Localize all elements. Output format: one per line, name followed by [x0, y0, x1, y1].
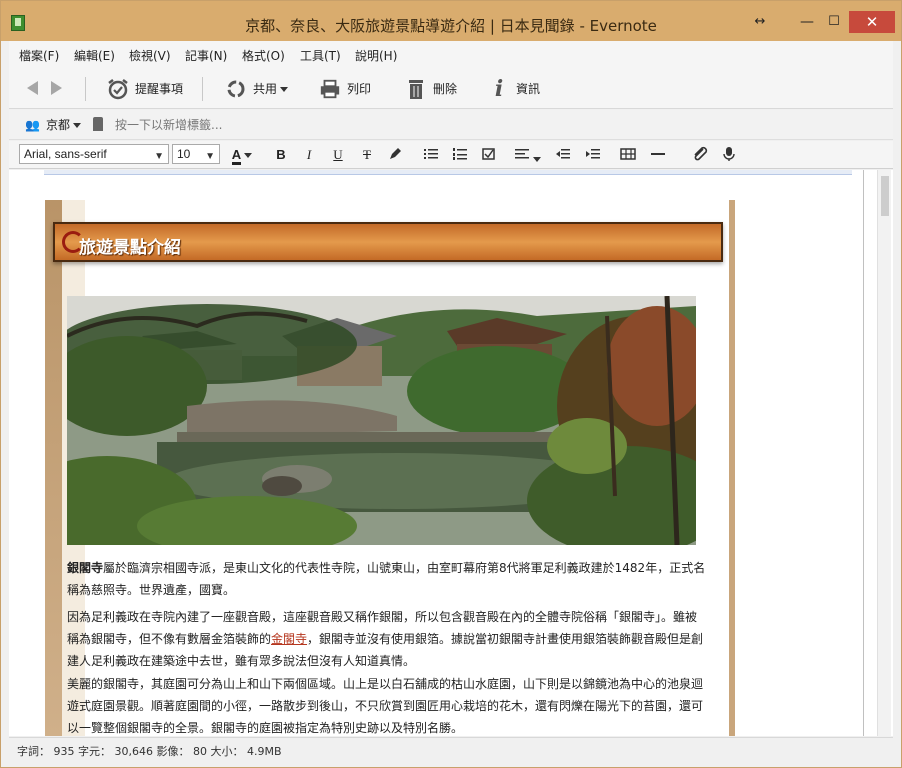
status-bar: 字詞： 935 字元： 30,646 影像： 80 大小： 4.9MB: [9, 737, 893, 761]
paragraph-garden: 美麗的銀閣寺，其庭園可分為山上和山下兩個區域。山上是以白石舖成的枯山水庭園，山下…: [67, 677, 704, 735]
info-icon: i: [494, 76, 504, 102]
menu-note[interactable]: 記事(N): [185, 47, 227, 64]
underline-button[interactable]: U: [329, 146, 347, 164]
chevron-down-icon: [244, 153, 253, 159]
add-tag-input[interactable]: 按一下以新增標籤...: [115, 116, 222, 133]
note-card: 旅遊景點介紹 銀閣寺屬於臨濟宗相國寺派，是東山文化的代表性寺院，山號東山，由室町…: [45, 200, 735, 736]
keyword-ginkakuji: 銀閣寺: [67, 561, 104, 575]
evernote-window: 京都、奈良、大阪旅遊景點導遊介紹 | 日本見聞錄 - Evernote ↔ — …: [0, 0, 902, 768]
menu-format[interactable]: 格式(O): [242, 47, 285, 64]
garden-image: [67, 296, 696, 545]
outdent-icon[interactable]: [554, 146, 572, 164]
print-button[interactable]: 列印: [319, 77, 381, 103]
bold-button[interactable]: B: [272, 146, 290, 164]
chevron-down-icon: [280, 87, 289, 92]
delete-button[interactable]: 刪除: [405, 77, 467, 103]
menu-edit[interactable]: 編輯(E): [74, 47, 115, 64]
printer-icon: [320, 79, 340, 99]
info-label: 資訊: [516, 82, 541, 96]
alarm-clock-icon: [108, 79, 128, 100]
temple-garden-photo: [67, 296, 696, 545]
reminder-button[interactable]: 提醒事項: [107, 77, 187, 103]
align-button[interactable]: [513, 146, 541, 164]
toolbar-separator: [202, 77, 203, 101]
link-strip: [44, 170, 852, 175]
maximize-button[interactable]: ☐: [817, 11, 851, 33]
info-button[interactable]: i 資訊: [488, 77, 550, 103]
menu-tools[interactable]: 工具(T): [300, 47, 341, 64]
resize-icon[interactable]: ↔: [743, 11, 777, 33]
font-size-select[interactable]: 10 ▼: [172, 144, 220, 164]
close-button[interactable]: ✕: [849, 11, 895, 33]
toolbar-separator: [85, 77, 86, 101]
reminder-label: 提醒事項: [135, 82, 184, 96]
editor-scrollbar[interactable]: [877, 170, 891, 736]
note-editor[interactable]: 旅遊景點介紹 銀閣寺屬於臨濟宗相國寺派，是東山文化的代表性寺院，山號東山，由室町…: [9, 170, 893, 736]
microphone-icon[interactable]: [720, 146, 738, 164]
menu-help[interactable]: 說明(H): [355, 47, 397, 64]
tag-icon: [93, 117, 103, 131]
paragraph-history: 因為足利義政在寺院內建了一座觀音殿，這座觀音殿又稱作銀閣，所以包含觀音殿在內的全…: [67, 606, 707, 672]
numbered-list-icon[interactable]: [451, 146, 469, 164]
italic-button[interactable]: I: [300, 146, 318, 164]
chevron-down-icon: [73, 123, 82, 128]
share-icon: [227, 80, 245, 98]
share-label: 共用: [253, 80, 289, 97]
indent-icon[interactable]: [584, 146, 602, 164]
section-banner: 旅遊景點介紹: [53, 222, 723, 262]
checkbox-icon[interactable]: [480, 146, 498, 164]
trash-icon: [409, 80, 423, 99]
share-button[interactable]: 共用: [225, 77, 297, 103]
intro-text: 屬於臨濟宗相國寺派，是東山文化的代表性寺院，山號東山，由室町幕府第8代將軍足利義…: [67, 561, 706, 597]
chevron-down-icon: [532, 156, 541, 162]
bullet-list-icon[interactable]: [422, 146, 440, 164]
font-family-select[interactable]: Arial, sans-serif ▼: [19, 144, 169, 164]
section-title: 旅遊景點介紹: [79, 238, 181, 258]
chevron-down-icon: ▼: [154, 151, 164, 162]
menu-file[interactable]: 檔案(F): [19, 47, 59, 64]
status-stats: 字詞： 935 字元： 30,646 影像： 80 大小： 4.9MB: [17, 745, 282, 758]
menu-view[interactable]: 檢視(V): [129, 47, 171, 64]
users-icon: 👥: [25, 118, 40, 132]
editor-divider: [863, 170, 864, 736]
font-color-button[interactable]: A: [229, 146, 255, 165]
paragraph-intro: 銀閣寺屬於臨濟宗相國寺派，是東山文化的代表性寺院，山號東山，由室町幕府第8代將軍…: [67, 557, 707, 601]
main-toolbar: 提醒事項 共用 列印 刪除 i 資訊: [9, 69, 893, 109]
card-spine: [45, 200, 62, 736]
kinkakuji-link[interactable]: 金閣寺: [271, 632, 307, 646]
scrollbar-thumb[interactable]: [881, 176, 889, 216]
strikethrough-button[interactable]: T: [358, 146, 376, 164]
forward-arrow-icon[interactable]: [51, 81, 62, 95]
highlighter-icon[interactable]: [386, 146, 404, 164]
table-icon[interactable]: [619, 146, 637, 164]
attachment-icon[interactable]: [691, 146, 709, 164]
back-arrow-icon[interactable]: [27, 81, 38, 95]
notebook-selector[interactable]: 京都: [46, 116, 82, 133]
title-bar: 京都、奈良、大阪旅遊景點導遊介紹 | 日本見聞錄 - Evernote ↔ — …: [1, 1, 901, 41]
horizontal-rule-icon[interactable]: [649, 146, 667, 164]
delete-label: 刪除: [433, 82, 458, 96]
chevron-down-icon: ▼: [205, 151, 215, 162]
format-toolbar: Arial, sans-serif ▼ 10 ▼ A B I U T: [9, 141, 893, 169]
notebook-tags-row: 👥 京都 按一下以新增標籤...: [9, 110, 893, 140]
menu-bar: 檔案(F) 編輯(E) 檢視(V) 記事(N) 格式(O) 工具(T) 說明(H…: [9, 41, 893, 69]
print-label: 列印: [347, 82, 372, 96]
